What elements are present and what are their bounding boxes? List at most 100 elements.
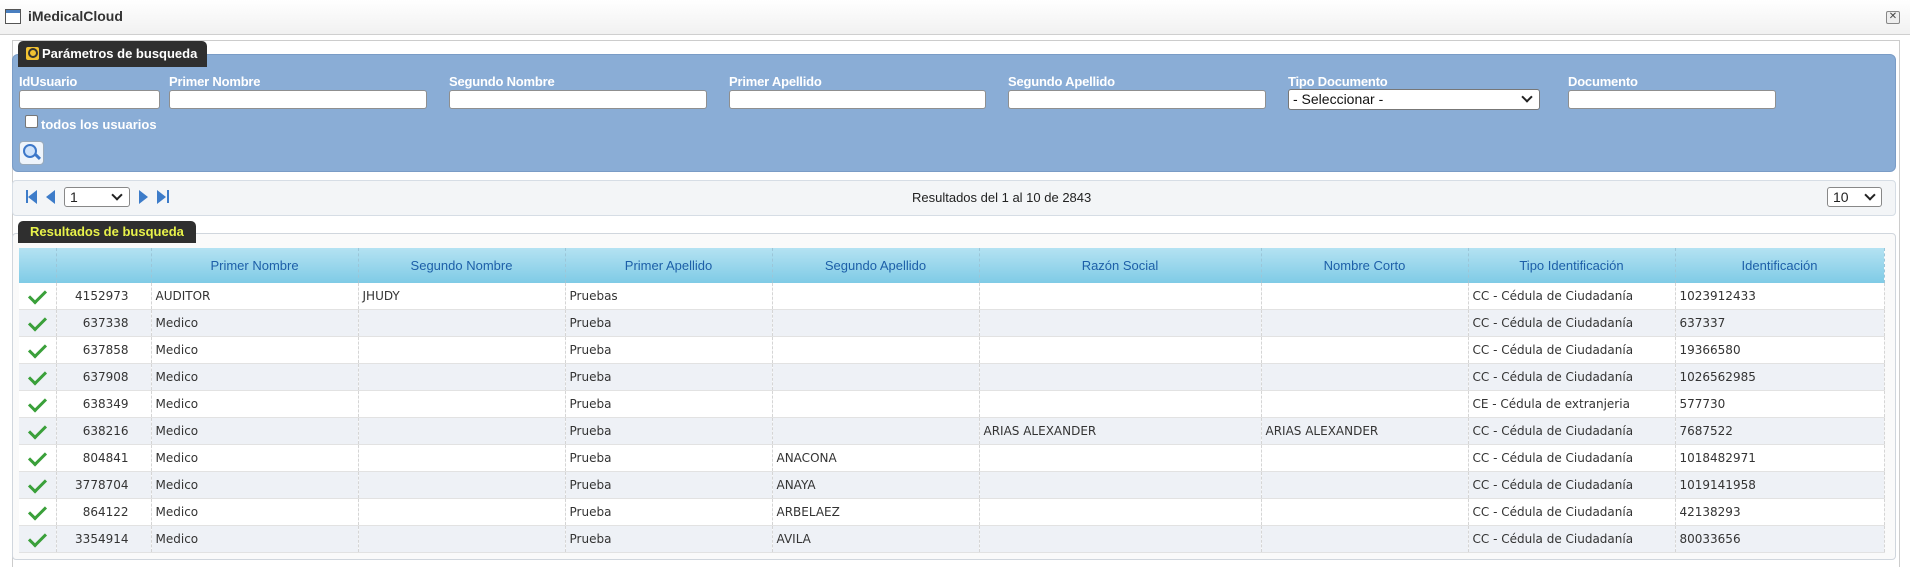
- row-select-cell[interactable]: [19, 283, 57, 310]
- row-select-cell[interactable]: [19, 417, 57, 445]
- cell-tipo-identificacion: CC - Cédula de Ciudadanía: [1468, 283, 1676, 310]
- documento-input[interactable]: [1568, 90, 1776, 109]
- row-select-cell[interactable]: [19, 363, 57, 391]
- col-identificacion[interactable]: Identificación: [1675, 248, 1885, 283]
- segundo-apellido-input[interactable]: [1008, 90, 1266, 109]
- cell-primer-nombre: Medico: [151, 444, 359, 472]
- checkmark-icon[interactable]: [27, 474, 47, 494]
- row-select-cell[interactable]: [19, 471, 57, 499]
- table-row[interactable]: 804841 Medico Prueba ANACONA CC - Cédula de …: [19, 444, 1885, 472]
- cell-segundo-nombre: [358, 525, 566, 553]
- page-select[interactable]: 1: [64, 187, 130, 207]
- page-size-select[interactable]: 10: [1827, 187, 1882, 207]
- cell-razon-social: [979, 283, 1262, 310]
- segundo-nombre-input[interactable]: [449, 90, 707, 109]
- first-page-icon[interactable]: [28, 190, 37, 204]
- cell-segundo-nombre: [358, 417, 566, 445]
- table-row[interactable]: 864122 Medico Prueba ARBELAEZ CC - Cédula de…: [19, 498, 1885, 526]
- table-row[interactable]: 3778704 Medico Prueba ANAYA CC - Cédula de C…: [19, 471, 1885, 499]
- cell-nombre-corto: [1261, 336, 1469, 364]
- cell-nombre-corto: [1261, 498, 1469, 526]
- checkmark-icon[interactable]: [27, 420, 47, 440]
- cell-id: 804841: [56, 444, 152, 472]
- table-row[interactable]: 3354914 Medico Prueba AVILA CC - Cédula de C…: [19, 525, 1885, 553]
- table-row[interactable]: 637908 Medico Prueba CC - Cédula de Ciudada…: [19, 363, 1885, 391]
- primer-nombre-label: Primer Nombre: [169, 74, 261, 89]
- cell-segundo-nombre: JHUDY: [358, 283, 566, 310]
- checkmark-icon[interactable]: [27, 339, 47, 359]
- checkmark-icon[interactable]: [27, 285, 47, 305]
- search-button[interactable]: [19, 141, 44, 165]
- cell-primer-apellido: Prueba: [565, 444, 773, 472]
- cell-razon-social: [979, 525, 1262, 553]
- tipo-documento-selected: - Seleccionar -: [1293, 91, 1384, 107]
- table-row[interactable]: 637858 Medico Prueba CC - Cédula de Ciudada…: [19, 336, 1885, 364]
- checkmark-icon[interactable]: [27, 501, 47, 521]
- checkmark-icon[interactable]: [27, 528, 47, 548]
- cell-segundo-apellido: [772, 336, 980, 364]
- results-table: Primer Nombre Segundo Nombre Primer Apel…: [19, 248, 1885, 553]
- cell-id: 637858: [56, 336, 152, 364]
- table-row[interactable]: 638216 Medico Prueba ARIAS ALEXANDER ARIAS A…: [19, 417, 1885, 445]
- row-select-cell[interactable]: [19, 498, 57, 526]
- table-row[interactable]: 4152973 AUDITOR JHUDY Pruebas CC - Cédula de…: [19, 283, 1885, 310]
- row-select-cell[interactable]: [19, 444, 57, 472]
- close-icon[interactable]: ✕: [1886, 11, 1900, 24]
- cell-segundo-nombre: [358, 363, 566, 391]
- col-tipo-identificacion[interactable]: Tipo Identificación: [1468, 248, 1676, 283]
- page-size-value: 10: [1833, 189, 1849, 205]
- checkmark-icon[interactable]: [27, 312, 47, 332]
- all-users-checkbox[interactable]: [25, 115, 38, 128]
- col-segundo-nombre[interactable]: Segundo Nombre: [358, 248, 566, 283]
- chevron-down-icon: [1521, 91, 1533, 103]
- tipo-documento-select[interactable]: - Seleccionar -: [1288, 89, 1540, 110]
- checkmark-icon[interactable]: [27, 366, 47, 386]
- cell-tipo-identificacion: CC - Cédula de Ciudadanía: [1468, 363, 1676, 391]
- row-select-cell[interactable]: [19, 525, 57, 553]
- cell-identificacion: 1023912433: [1675, 283, 1885, 310]
- idusuario-input[interactable]: [19, 90, 160, 109]
- cell-segundo-apellido: [772, 309, 980, 337]
- cell-segundo-nombre: [358, 444, 566, 472]
- cell-id: 4152973: [56, 283, 152, 310]
- primer-apellido-input[interactable]: [729, 90, 986, 109]
- row-select-cell[interactable]: [19, 336, 57, 364]
- cell-nombre-corto: [1261, 283, 1469, 310]
- col-primer-apellido[interactable]: Primer Apellido: [565, 248, 773, 283]
- cell-nombre-corto: [1261, 309, 1469, 337]
- next-page-icon[interactable]: [139, 190, 148, 204]
- cell-primer-nombre: Medico: [151, 390, 359, 418]
- cell-tipo-identificacion: CC - Cédula de Ciudadanía: [1468, 309, 1676, 337]
- cell-tipo-identificacion: CC - Cédula de Ciudadanía: [1468, 417, 1676, 445]
- prev-page-icon[interactable]: [46, 190, 55, 204]
- col-segundo-apellido[interactable]: Segundo Apellido: [772, 248, 980, 283]
- checkmark-icon[interactable]: [27, 393, 47, 413]
- cell-nombre-corto: [1261, 390, 1469, 418]
- cell-segundo-apellido: [772, 363, 980, 391]
- row-select-cell[interactable]: [19, 390, 57, 418]
- col-razon-social[interactable]: Razón Social: [979, 248, 1262, 283]
- cell-id: 638216: [56, 417, 152, 445]
- table-row[interactable]: 638349 Medico Prueba CE - Cédula de extranj…: [19, 390, 1885, 418]
- results-count: Resultados del 1 al 10 de 2843: [912, 190, 1092, 205]
- results-tab: Resultados de busqueda: [18, 221, 196, 243]
- cell-id: 864122: [56, 498, 152, 526]
- cell-primer-apellido: Prueba: [565, 471, 773, 499]
- cell-razon-social: ARIAS ALEXANDER: [979, 417, 1262, 445]
- col-nombre-corto[interactable]: Nombre Corto: [1261, 248, 1469, 283]
- row-select-cell[interactable]: [19, 309, 57, 337]
- table-row[interactable]: 637338 Medico Prueba CC - Cédula de Ciudada…: [19, 309, 1885, 337]
- cell-segundo-apellido: ANACONA: [772, 444, 980, 472]
- cell-segundo-nombre: [358, 309, 566, 337]
- primer-nombre-input[interactable]: [169, 90, 427, 109]
- documento-label: Documento: [1568, 74, 1638, 89]
- search-params-tab: Parámetros de busqueda: [18, 41, 208, 67]
- checkmark-icon[interactable]: [27, 447, 47, 467]
- last-page-icon[interactable]: [157, 190, 166, 204]
- col-primer-nombre[interactable]: Primer Nombre: [151, 248, 359, 283]
- cell-segundo-apellido: ARBELAEZ: [772, 498, 980, 526]
- page-select-value: 1: [70, 189, 78, 205]
- col-select: [19, 248, 57, 283]
- cell-primer-nombre: Medico: [151, 417, 359, 445]
- cell-identificacion: 1026562985: [1675, 363, 1885, 391]
